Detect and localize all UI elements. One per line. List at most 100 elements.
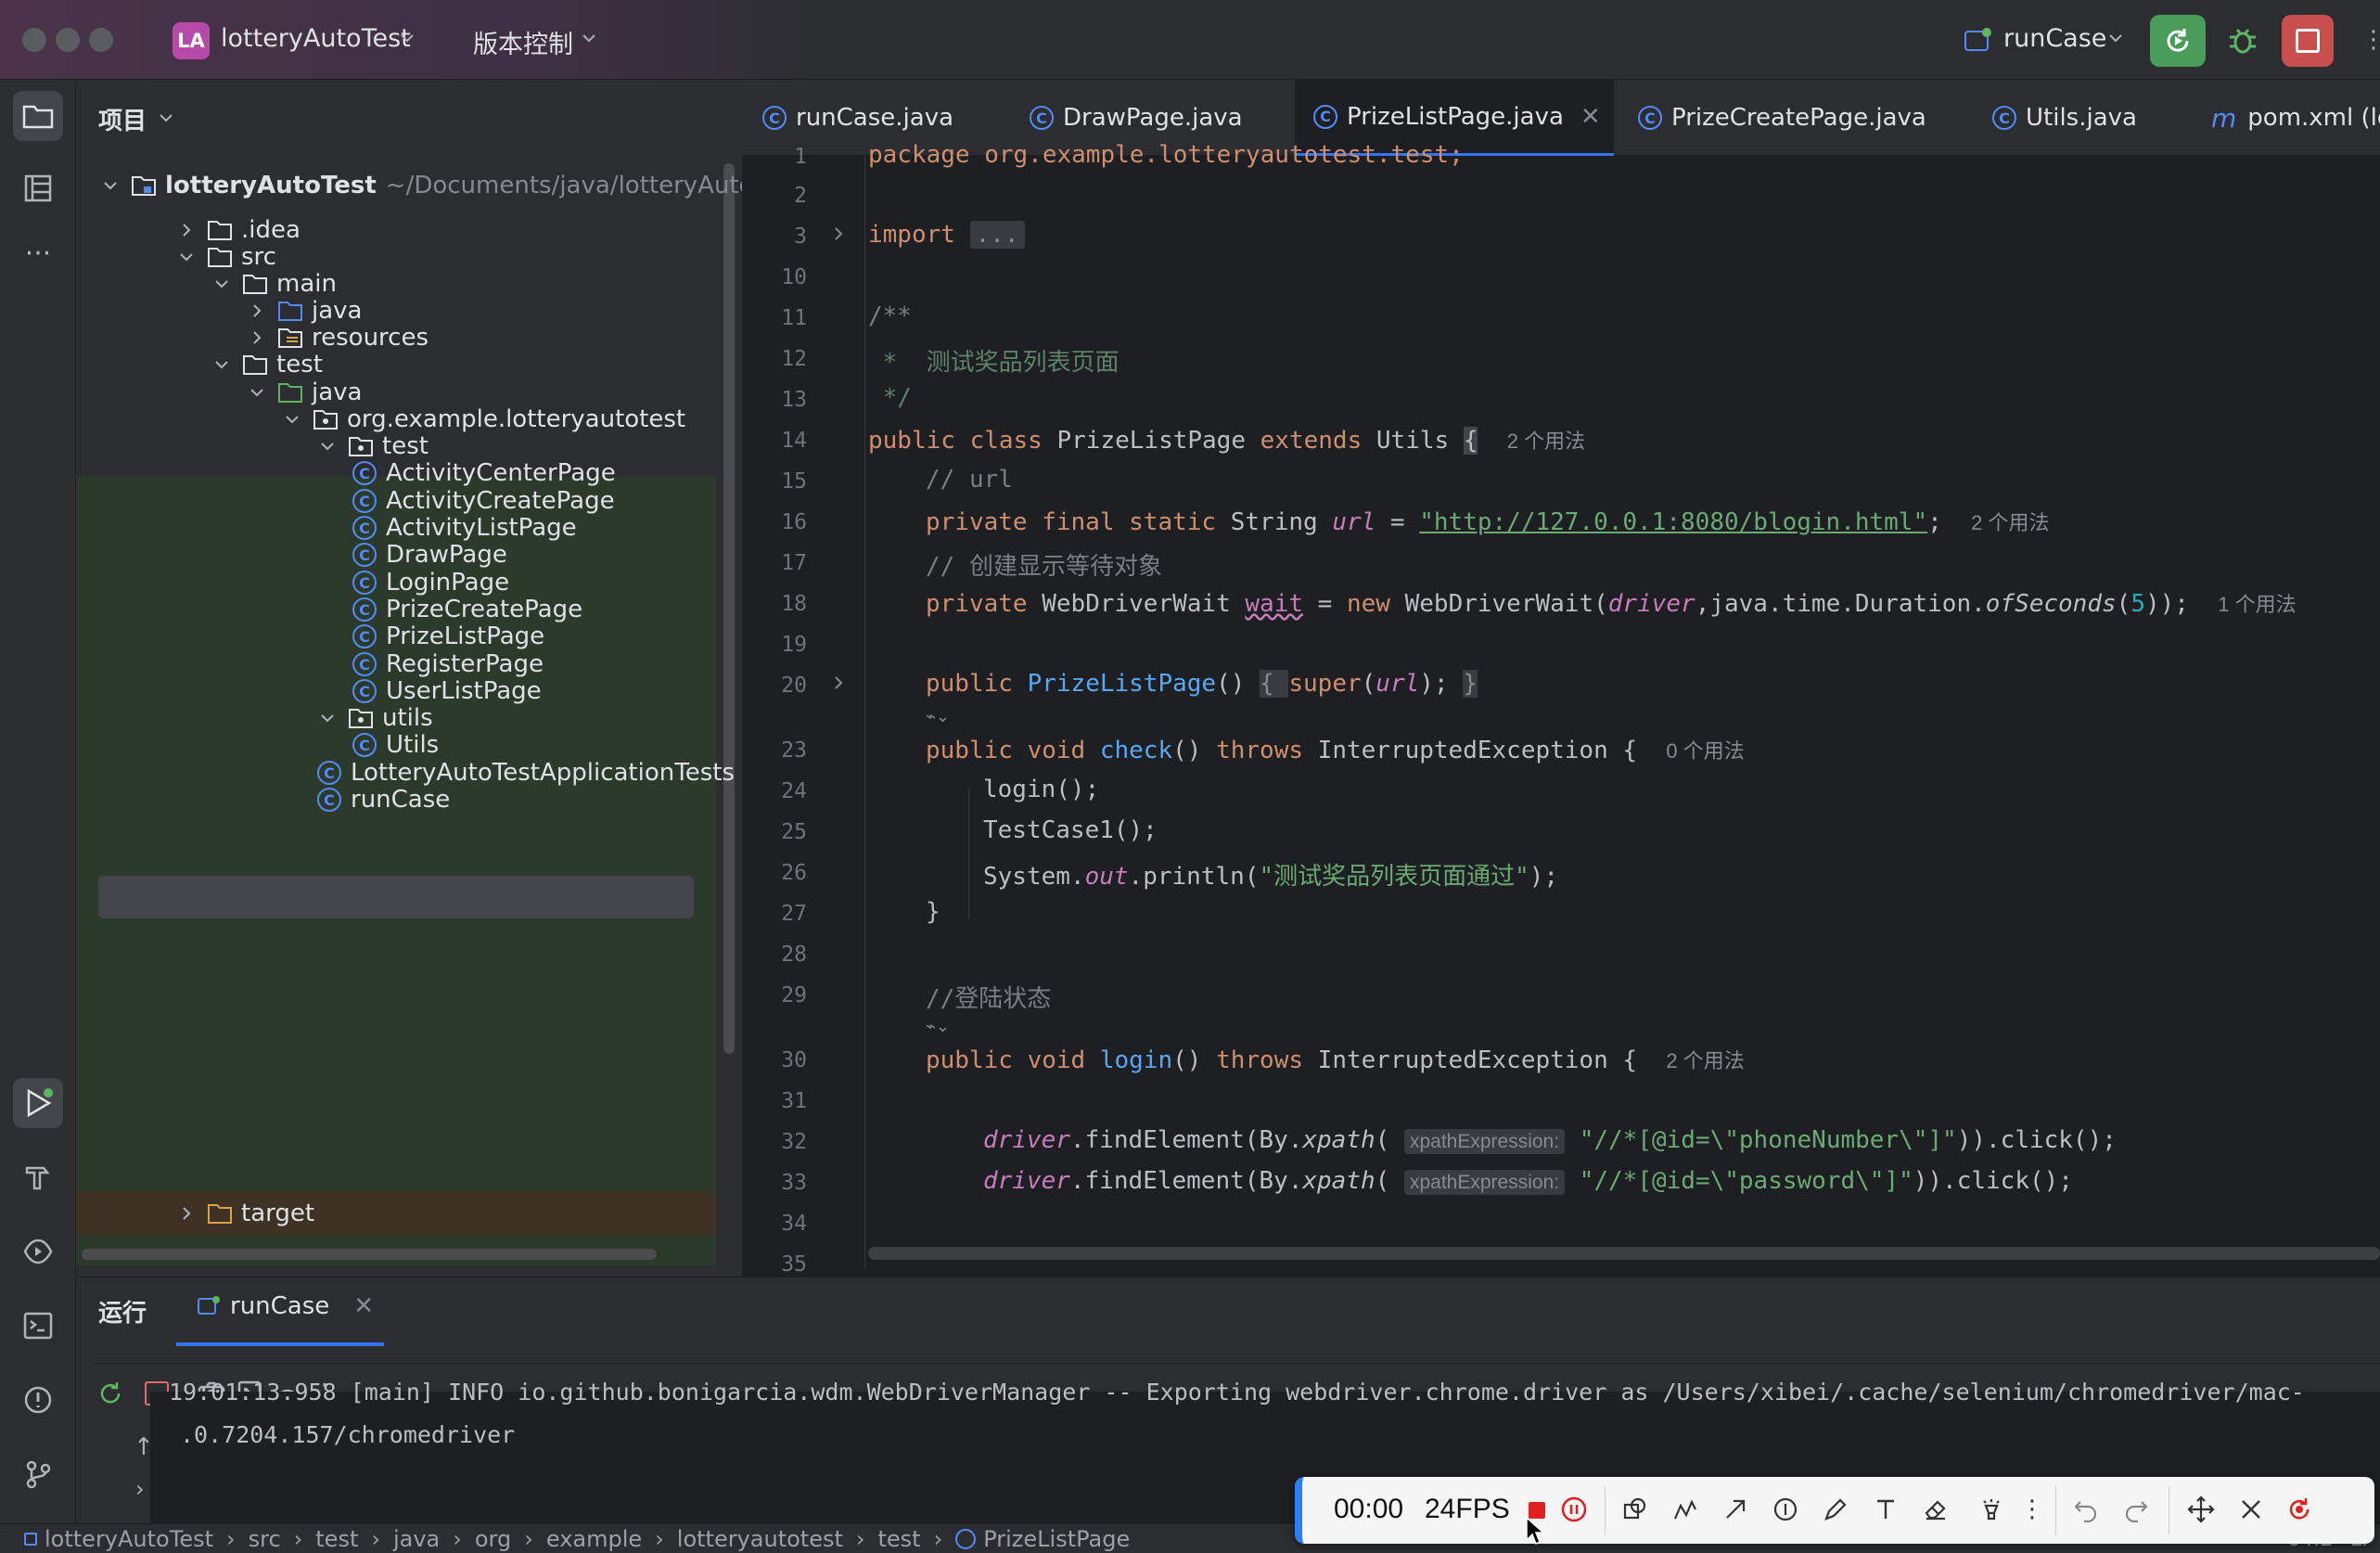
window-minimize-button[interactable] bbox=[56, 28, 80, 52]
breadcrumb-item[interactable]: test bbox=[878, 1526, 921, 1552]
close-icon[interactable]: ✕ bbox=[1580, 103, 1601, 131]
horizontal-scrollbar[interactable] bbox=[82, 1249, 657, 1260]
breadcrumb-item[interactable]: lotteryAutoTest bbox=[45, 1526, 213, 1552]
usage-hint[interactable]: 2 个用法 bbox=[1507, 430, 1585, 453]
chevron-right-icon[interactable] bbox=[176, 1203, 197, 1224]
code-text: PrizeListPage bbox=[1027, 670, 1217, 698]
breadcrumb-item[interactable]: org bbox=[475, 1526, 511, 1552]
breadcrumb-item[interactable]: example bbox=[546, 1526, 642, 1552]
class-icon: C bbox=[1638, 106, 1662, 130]
usage-hint[interactable]: 2 个用法 bbox=[1666, 1049, 1744, 1072]
code-text: Utils bbox=[1376, 427, 1464, 455]
tab-pom[interactable]: m pom.xml (lo bbox=[2211, 80, 2380, 156]
window-close-button[interactable] bbox=[22, 28, 46, 52]
code-text: = bbox=[1303, 590, 1347, 618]
recording-fps[interactable]: 24FPS bbox=[1425, 1494, 1510, 1525]
eraser-tool-icon[interactable] bbox=[1920, 1494, 1951, 1525]
close-icon[interactable] bbox=[2235, 1494, 2267, 1525]
move-icon[interactable] bbox=[2185, 1494, 2217, 1525]
pen-line-tool-icon[interactable] bbox=[1670, 1494, 1701, 1525]
services-icon[interactable] bbox=[13, 1226, 63, 1277]
text-tool-icon[interactable] bbox=[1870, 1494, 1901, 1525]
chevron-down-icon[interactable] bbox=[100, 175, 121, 196]
fold-expand-icon[interactable] bbox=[831, 226, 846, 241]
more-tools-icon[interactable]: ··· bbox=[13, 228, 63, 278]
chevron-right-icon[interactable]: › bbox=[135, 1476, 145, 1502]
project-panel-title[interactable]: 项目 bbox=[98, 102, 147, 136]
divider bbox=[2055, 1486, 2056, 1534]
chevron-down-icon[interactable] bbox=[317, 436, 338, 456]
chevron-down-icon[interactable] bbox=[247, 382, 267, 403]
tree-root-path: ~/Documents/java/lotteryAutoTe bbox=[385, 172, 779, 199]
usage-hint[interactable]: 1 个用法 bbox=[2218, 593, 2296, 616]
fold-expand-icon[interactable] bbox=[831, 675, 846, 690]
breadcrumb-item[interactable]: PrizeListPage bbox=[983, 1526, 1130, 1552]
recording-time: 00:00 bbox=[1334, 1494, 1404, 1524]
code-text: driver bbox=[983, 1167, 1070, 1195]
more-icon[interactable]: ⋮ bbox=[2361, 26, 2380, 54]
tree-item-runcase[interactable]: CrunCase bbox=[317, 777, 450, 822]
chevron-down-icon[interactable] bbox=[211, 274, 232, 294]
window-zoom-button[interactable] bbox=[89, 28, 113, 52]
code-text: "//*[@id=\"password\"]" bbox=[1565, 1167, 1913, 1195]
pause-recording-button[interactable] bbox=[1558, 1494, 1590, 1525]
breadcrumb-item[interactable]: lotteryautotest bbox=[677, 1526, 843, 1552]
redo-icon[interactable] bbox=[2120, 1494, 2152, 1525]
code-text: driver bbox=[983, 1126, 1070, 1154]
git-branch-icon[interactable] bbox=[13, 1449, 63, 1499]
excluded-folder-icon bbox=[206, 1200, 234, 1227]
usage-hint[interactable]: 2 个用法 bbox=[1971, 511, 2049, 534]
code-vision-icon[interactable]: ⌁⌄ bbox=[926, 1017, 950, 1036]
project-folder-icon[interactable] bbox=[13, 91, 63, 141]
chevron-down-icon[interactable] bbox=[158, 109, 174, 126]
breadcrumb-item[interactable]: test bbox=[315, 1526, 358, 1552]
restart-recording-icon[interactable] bbox=[2284, 1494, 2315, 1525]
more-icon[interactable]: ⋮ bbox=[2016, 1494, 2048, 1525]
code-vision-icon[interactable]: ⌁⌄ bbox=[926, 707, 950, 726]
code-text: { bbox=[1260, 670, 1289, 698]
project-selector[interactable]: lotteryAutoTest bbox=[221, 24, 411, 53]
vcs-menu[interactable]: 版本控制 bbox=[473, 24, 573, 60]
tab-utils[interactable]: C Utils.java bbox=[1992, 80, 2137, 156]
tree-root[interactable]: lotteryAutoTest ~/Documents/java/lottery… bbox=[100, 163, 779, 208]
terminal-icon[interactable] bbox=[13, 1301, 63, 1351]
chevron-down-icon[interactable] bbox=[211, 354, 232, 375]
breadcrumb-item[interactable]: java bbox=[393, 1526, 440, 1552]
breadcrumb-separator: › bbox=[226, 1526, 236, 1552]
code-text: throws bbox=[1216, 1046, 1318, 1074]
breadcrumb-separator: › bbox=[371, 1526, 380, 1552]
tree-item-target[interactable]: target bbox=[176, 1191, 314, 1236]
gutter-divider bbox=[864, 156, 865, 1269]
line-number: 17 bbox=[781, 551, 807, 575]
shape-tool-icon[interactable] bbox=[1619, 1494, 1651, 1525]
stop-button[interactable] bbox=[2282, 15, 2334, 67]
breadcrumb-item[interactable]: src bbox=[249, 1526, 281, 1552]
arrow-tool-icon[interactable] bbox=[1720, 1494, 1751, 1525]
code-text: ( bbox=[2116, 590, 2131, 618]
number-tool-icon[interactable] bbox=[1770, 1494, 1801, 1525]
debug-icon[interactable] bbox=[2224, 22, 2261, 59]
url-link[interactable]: "http://127.0.0.1:8080/blogin.html" bbox=[1419, 508, 1927, 536]
tab-run-runcase[interactable]: runCase ✕ bbox=[197, 1292, 374, 1320]
structure-icon[interactable] bbox=[13, 163, 63, 213]
chevron-down-icon[interactable] bbox=[282, 409, 302, 430]
editor-horizontal-scrollbar[interactable] bbox=[868, 1247, 2380, 1260]
project-badge[interactable]: LA bbox=[173, 22, 210, 59]
run-config-selector[interactable]: runCase bbox=[2003, 24, 2106, 53]
rerun-icon[interactable] bbox=[96, 1380, 124, 1407]
build-hammer-icon[interactable] bbox=[13, 1152, 63, 1202]
rerun-button[interactable] bbox=[2150, 15, 2206, 67]
usage-hint[interactable]: 0 个用法 bbox=[1666, 739, 1744, 763]
tab-prizecreatepage[interactable]: C PrizeCreatePage.java bbox=[1638, 80, 1926, 156]
chevron-down-icon[interactable] bbox=[176, 247, 197, 267]
undo-icon[interactable] bbox=[2070, 1494, 2102, 1525]
run-tool-icon[interactable] bbox=[13, 1078, 63, 1128]
close-icon[interactable]: ✕ bbox=[353, 1292, 374, 1320]
problems-icon[interactable] bbox=[13, 1375, 63, 1425]
folded-imports[interactable]: ... bbox=[969, 221, 1025, 249]
pencil-tool-icon[interactable] bbox=[1820, 1494, 1851, 1525]
spotlight-tool-icon[interactable] bbox=[1976, 1494, 2007, 1525]
line-number: 10 bbox=[781, 265, 807, 289]
chevron-down-icon[interactable] bbox=[317, 708, 338, 728]
vertical-scrollbar[interactable] bbox=[723, 163, 735, 1054]
